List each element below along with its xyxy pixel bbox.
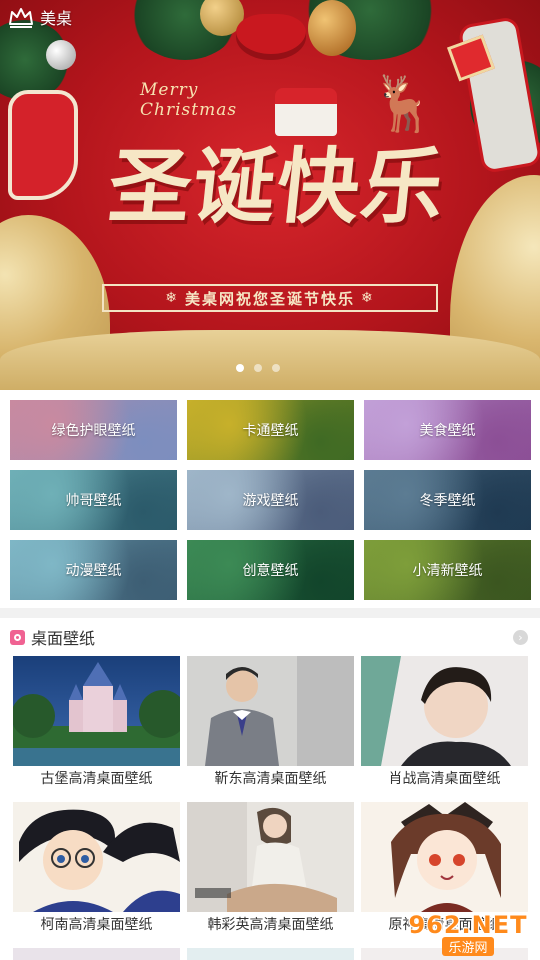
snowflake-icon: ❄ <box>165 290 179 306</box>
anime-girl-image <box>361 802 528 912</box>
site-watermark-logo: 962.NET 乐游网 <box>402 910 534 956</box>
banner-title: 圣诞快乐 <box>104 140 451 235</box>
wallpaper-card[interactable]: 靳东高清桌面壁纸 <box>187 656 354 802</box>
category-label: 卡通壁纸 <box>242 423 299 439</box>
category-label: 美食壁纸 <box>419 423 476 439</box>
category-label: 帅哥壁纸 <box>65 493 122 509</box>
snowflake-icon: ❄ <box>361 290 375 306</box>
top-bar[interactable]: 美桌 <box>0 0 120 34</box>
app-name-label: 美桌 <box>40 9 73 28</box>
section-title: 桌面壁纸 <box>31 629 96 648</box>
app-screen: 🦌 Merry Christmas 圣诞快乐 ❄ 美桌网祝您圣诞节快乐 ❄ 美桌… <box>0 0 540 960</box>
wallpaper-card[interactable]: 肖战高清桌面壁纸 <box>361 656 528 802</box>
banner-script-text: Merry Christmas <box>140 80 238 120</box>
section-header: 桌面壁纸 › <box>0 622 540 652</box>
wallpaper-caption: 柯南高清桌面壁纸 <box>40 917 153 933</box>
crown-home-icon <box>9 8 33 28</box>
woman-portrait-image <box>187 802 354 912</box>
ribbon-bow-icon <box>236 14 306 60</box>
category-label: 动漫壁纸 <box>65 563 122 579</box>
carousel-dots <box>236 364 280 372</box>
wallpaper-thumbnail[interactable] <box>13 656 180 766</box>
wallpaper-thumbnail[interactable] <box>13 948 180 960</box>
christmas-stocking-icon <box>8 90 78 200</box>
category-label: 冬季壁纸 <box>419 493 476 509</box>
category-tile-winter[interactable]: 冬季壁纸 <box>364 470 531 530</box>
category-tile-creative[interactable]: 创意壁纸 <box>187 540 354 600</box>
gold-glitter-decoration <box>0 330 540 390</box>
man-portrait-image <box>187 656 354 766</box>
category-label: 小清新壁纸 <box>412 563 483 579</box>
wallpaper-thumbnail[interactable] <box>187 656 354 766</box>
wallpaper-section-icon <box>10 629 25 645</box>
wallpaper-caption: 肖战高清桌面壁纸 <box>388 771 501 787</box>
castle-image <box>13 656 180 766</box>
category-label: 游戏壁纸 <box>242 493 299 509</box>
christmas-banner[interactable]: 🦌 Merry Christmas 圣诞快乐 ❄ 美桌网祝您圣诞节快乐 ❄ <box>0 0 540 390</box>
category-tile-food[interactable]: 美食壁纸 <box>364 400 531 460</box>
category-grid: 绿色护眼壁纸 卡通壁纸 美食壁纸 帅哥壁纸 游戏壁纸 冬季壁纸 动漫壁纸 创意壁… <box>10 400 531 600</box>
wallpaper-caption: 韩彩英高清桌面壁纸 <box>207 917 334 933</box>
category-label: 创意壁纸 <box>242 563 299 579</box>
ornament-ball-icon <box>308 0 356 56</box>
wallpaper-caption: 古堡高清桌面壁纸 <box>40 771 153 787</box>
category-label: 绿色护眼壁纸 <box>51 423 136 439</box>
wallpaper-card[interactable]: 韩彩英高清桌面壁纸 <box>187 802 354 948</box>
banner-subtitle: 美桌网祝您圣诞节快乐 <box>184 289 355 308</box>
category-tile-cartoon[interactable]: 卡通壁纸 <box>187 400 354 460</box>
wallpaper-caption: 靳东高清桌面壁纸 <box>214 771 327 787</box>
young-man-portrait-image <box>361 656 528 766</box>
category-tile-handsome[interactable]: 帅哥壁纸 <box>10 470 177 530</box>
category-tile-fresh[interactable]: 小清新壁纸 <box>364 540 531 600</box>
banner-subtitle-box: ❄ 美桌网祝您圣诞节快乐 ❄ <box>102 284 438 312</box>
watermark-brand-number: 962.NET <box>408 910 528 939</box>
category-tile-anime[interactable]: 动漫壁纸 <box>10 540 177 600</box>
category-tile-green-eye[interactable]: 绿色护眼壁纸 <box>10 400 177 460</box>
carousel-dot[interactable] <box>236 364 244 372</box>
chevron-right-icon[interactable]: › <box>513 630 528 645</box>
wallpaper-grid: 古堡高清桌面壁纸 靳东高清桌面壁纸 肖战高清桌面壁纸 柯南高清桌面壁纸 韩彩英高… <box>13 656 529 948</box>
section-divider <box>0 608 540 618</box>
category-tile-game[interactable]: 游戏壁纸 <box>187 470 354 530</box>
ornament-ball-icon <box>46 40 76 70</box>
wallpaper-thumbnail[interactable] <box>13 802 180 912</box>
wallpaper-card[interactable]: 古堡高清桌面壁纸 <box>13 656 180 802</box>
carousel-dot[interactable] <box>254 364 262 372</box>
wallpaper-thumbnail[interactable] <box>361 802 528 912</box>
carousel-dot[interactable] <box>272 364 280 372</box>
anime-detective-image <box>13 802 180 912</box>
wallpaper-thumbnail[interactable] <box>361 656 528 766</box>
wallpaper-thumbnail[interactable] <box>187 802 354 912</box>
watermark-brand-name: 乐游网 <box>442 936 494 956</box>
wallpaper-thumbnail[interactable] <box>187 948 354 960</box>
wallpaper-card[interactable]: 柯南高清桌面壁纸 <box>13 802 180 948</box>
